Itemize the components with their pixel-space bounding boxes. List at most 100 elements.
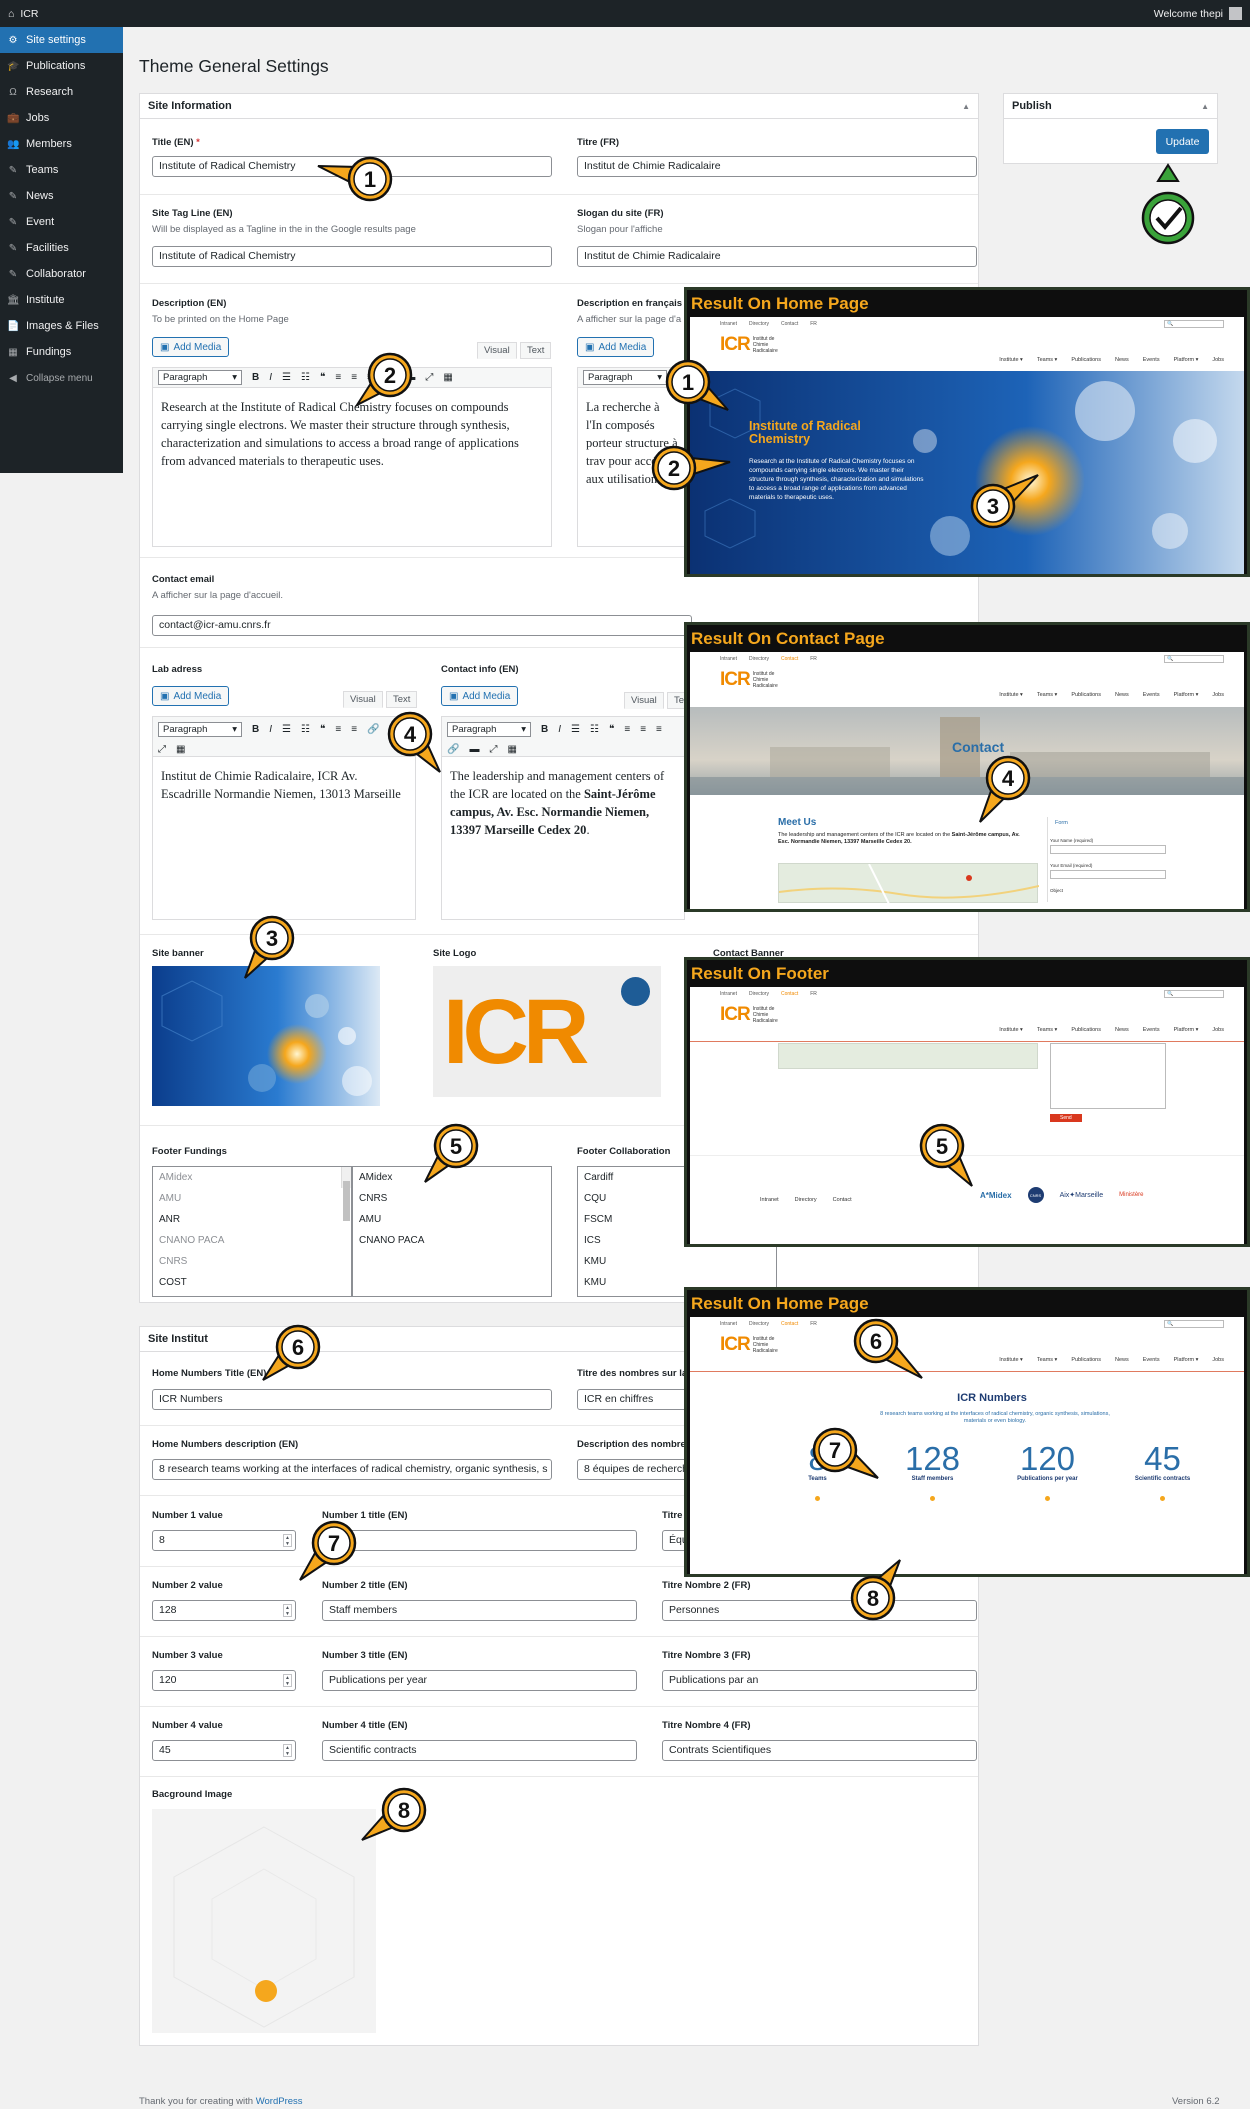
site-logo-image[interactable]: ICR	[433, 966, 661, 1097]
list-option[interactable]: ANR	[153, 1209, 351, 1230]
titre-fr-input[interactable]: Institut de Chimie Radicalaire	[577, 156, 977, 177]
sidebar-item-jobs[interactable]: 💼 Jobs	[0, 105, 123, 131]
preview-search-icon[interactable]: 🔍	[1164, 990, 1224, 998]
title-en-input[interactable]: Institute of Radical Chemistry	[152, 156, 552, 177]
preview-search-icon[interactable]: 🔍	[1164, 1320, 1224, 1328]
preview-menu-item[interactable]: Events	[1143, 692, 1160, 698]
spinner-icon[interactable]: ▲ ▼	[283, 1674, 292, 1687]
paragraph-format-select[interactable]: Paragraph ▾	[583, 370, 667, 385]
welcome-text[interactable]: Welcome thepi	[1154, 8, 1223, 20]
fundings-available-list[interactable]: AMidex AMU ANR CNANO PACA CNRS COST	[152, 1166, 352, 1297]
preview-menu-item[interactable]: News	[1115, 1357, 1129, 1363]
link-icon[interactable]: 🔗	[367, 724, 379, 735]
preview-nav-link[interactable]: FR	[810, 1321, 817, 1327]
preview-nav-link[interactable]: Contact	[781, 1321, 798, 1327]
preview-nav-link[interactable]: FR	[810, 656, 817, 662]
numbered-list-icon[interactable]: ☷	[301, 372, 310, 383]
preview-menu-item[interactable]: Platform ▾	[1174, 357, 1199, 363]
list-option[interactable]: CNANO PACA	[353, 1230, 551, 1251]
preview-menu-item[interactable]: Jobs	[1212, 692, 1224, 698]
numbers-desc-en-input[interactable]: 8 research teams working at the interfac…	[152, 1459, 552, 1480]
align-right-icon[interactable]: ≡	[656, 724, 662, 735]
number-4-title-fr-input[interactable]: Contrats Scientifiques	[662, 1740, 977, 1761]
align-left-icon[interactable]: ≡	[624, 724, 630, 735]
numbers-title-fr-input[interactable]: ICR en chiffres	[577, 1389, 687, 1410]
preview-menu-item[interactable]: Publications	[1071, 692, 1101, 698]
preview-menu-item[interactable]: Teams ▾	[1037, 692, 1058, 698]
preview-menu-item[interactable]: Events	[1143, 1027, 1160, 1033]
spinner-icon[interactable]: ▲ ▼	[283, 1744, 292, 1757]
number-3-value-input[interactable]: 120 ▲ ▼	[152, 1670, 296, 1691]
site-information-header[interactable]: Site Information ▲	[140, 94, 978, 119]
name-input[interactable]	[1050, 845, 1166, 854]
preview-menu-item[interactable]: Platform ▾	[1174, 692, 1199, 698]
sidebar-item-news[interactable]: ✎ News	[0, 183, 123, 209]
preview-menu-item[interactable]: News	[1115, 692, 1129, 698]
contact-map[interactable]	[778, 863, 1040, 905]
send-button[interactable]: Send	[1050, 1114, 1082, 1122]
sidebar-item-members[interactable]: 👥 Members	[0, 131, 123, 157]
sidebar-item-institute[interactable]: 🏛 Institute	[0, 287, 123, 313]
desc-en-visual-tab[interactable]: Visual	[477, 342, 517, 359]
footer-map[interactable]	[778, 1043, 1038, 1069]
preview-search-icon[interactable]: 🔍	[1164, 655, 1224, 663]
lab-address-visual-tab[interactable]: Visual	[343, 691, 383, 708]
sidebar-item-event[interactable]: ✎ Event	[0, 209, 123, 235]
ministere-logo[interactable]: Ministère	[1119, 1192, 1143, 1198]
sidebar-item-publications[interactable]: 🎓 Publications	[0, 53, 123, 79]
desc-en-add-media-button[interactable]: ▣ Add Media	[152, 337, 230, 357]
site-name-link[interactable]: ICR	[20, 8, 38, 20]
fullscreen-icon[interactable]: ⤢	[425, 372, 433, 383]
footer-link[interactable]: Directory	[795, 1197, 817, 1203]
preview-menu-item[interactable]: Teams ▾	[1037, 1357, 1058, 1363]
preview-menu-item[interactable]: Jobs	[1212, 1357, 1224, 1363]
align-right-icon[interactable]: ≡	[367, 372, 373, 383]
list-option[interactable]: COST	[153, 1272, 351, 1293]
preview-menu-item[interactable]: Publications	[1071, 1027, 1101, 1033]
message-textarea[interactable]	[1050, 1043, 1166, 1109]
list-option[interactable]: CNANO PACA	[153, 1230, 351, 1251]
desc-fr-add-media-button[interactable]: ▣ Add Media	[577, 337, 655, 357]
preview-menu-item[interactable]: News	[1115, 357, 1129, 363]
toolbar-toggle-icon[interactable]: ▦	[176, 744, 185, 755]
preview-menu-item[interactable]: News	[1115, 1027, 1129, 1033]
align-center-icon[interactable]: ≡	[640, 724, 646, 735]
number-3-title-en-input[interactable]: Publications per year	[322, 1670, 637, 1691]
preview-menu-item[interactable]: Publications	[1071, 1357, 1101, 1363]
numbered-list-icon[interactable]: ☷	[301, 724, 310, 735]
read-more-icon[interactable]: ▬	[389, 724, 399, 735]
sidebar-item-facilities[interactable]: ✎ Facilities	[0, 235, 123, 261]
preview-menu-item[interactable]: Platform ▾	[1174, 1027, 1199, 1033]
preview-search-icon[interactable]: 🔍	[1164, 320, 1224, 328]
bullet-list-icon[interactable]: ☰	[571, 724, 580, 735]
number-4-value-input[interactable]: 45 ▲ ▼	[152, 1740, 296, 1761]
numbered-list-icon[interactable]: ☷	[590, 724, 599, 735]
cnrs-logo[interactable]: CNRS	[1027, 1187, 1044, 1203]
numbers-title-en-input[interactable]: ICR Numbers	[152, 1389, 552, 1410]
paragraph-format-select[interactable]: Paragraph ▾	[447, 721, 531, 737]
desc-en-editor[interactable]: Research at the Institute of Radical Che…	[152, 387, 552, 547]
bold-icon[interactable]: B	[252, 724, 259, 735]
wordpress-link[interactable]: WordPress	[256, 2096, 303, 2107]
wordpress-home-icon[interactable]: ⌂	[8, 8, 14, 20]
number-1-title-en-input[interactable]	[322, 1530, 637, 1551]
link-icon[interactable]: 🔗	[447, 744, 459, 755]
preview-nav-link[interactable]: Contact	[781, 991, 798, 997]
preview-nav-link[interactable]: Contact	[781, 656, 798, 662]
preview-nav-link[interactable]: Intranet	[720, 991, 737, 997]
spinner-icon[interactable]: ▲ ▼	[283, 1604, 292, 1617]
toolbar-toggle-icon[interactable]: ▦	[443, 372, 452, 383]
footer-link[interactable]: Intranet	[760, 1197, 779, 1203]
spinner-icon[interactable]: ▲ ▼	[283, 1534, 292, 1547]
align-center-icon[interactable]: ≡	[351, 372, 357, 383]
read-more-icon[interactable]: ▬	[405, 372, 415, 383]
align-right-icon[interactable]: ≡	[351, 724, 357, 735]
lab-address-editor[interactable]: Institut de Chimie Radicalaire, ICR Av. …	[152, 756, 416, 920]
blockquote-icon[interactable]: ❝	[609, 724, 614, 735]
blockquote-icon[interactable]: ❝	[320, 372, 325, 383]
collapse-toggle-icon[interactable]: ▲	[962, 102, 970, 111]
number-2-title-fr-input[interactable]: Personnes	[662, 1600, 977, 1621]
sidebar-item-fundings[interactable]: ▦ Fundings	[0, 339, 123, 365]
preview-nav-link[interactable]: Intranet	[720, 656, 737, 662]
number-2-title-en-input[interactable]: Staff members	[322, 1600, 637, 1621]
